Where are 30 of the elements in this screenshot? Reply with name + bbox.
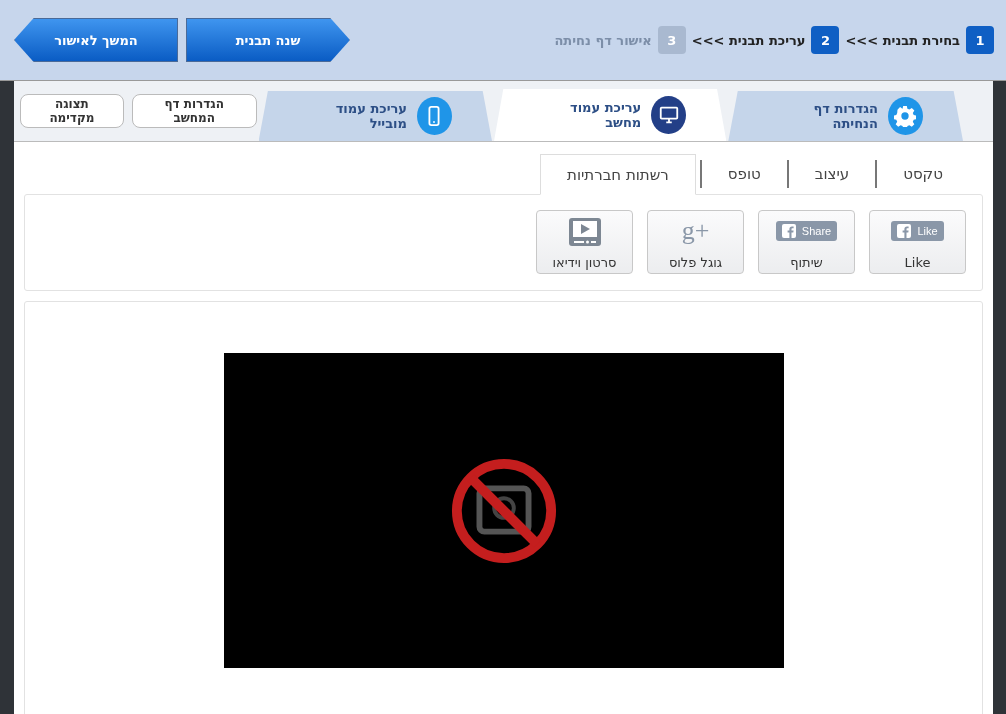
tab-label: עריכת עמוד מחשב <box>569 100 642 130</box>
tab-label: הגדרות דף הנחיתה <box>812 101 878 131</box>
subtab[interactable]: עיצוב <box>786 160 876 188</box>
step-number: 3 <box>657 26 686 54</box>
google-plus-icon: g+ <box>681 217 710 245</box>
video-icon <box>567 217 602 247</box>
facebook-badge-icon: Share <box>775 221 838 241</box>
tab[interactable]: הגדרות דף הנחיתה <box>728 91 963 141</box>
facebook-badge-icon: Like <box>891 221 944 241</box>
step-label: אישור דף נחיתה <box>554 32 652 48</box>
tab-label: עריכת עמוד מובייל <box>334 101 407 131</box>
tab[interactable]: עריכת עמוד מובייל <box>258 91 492 141</box>
subtab[interactable]: טופס <box>699 160 787 188</box>
widget-button[interactable]: סרטון וידיאו <box>536 210 633 274</box>
toolbar-button[interactable]: הגדרות דף המחשב <box>131 94 257 128</box>
subtab[interactable]: רשתות חברתיות <box>540 154 696 195</box>
toolbar-button[interactable]: תצוגה מקדימה <box>20 94 124 128</box>
tab[interactable]: עריכת עמוד מחשב <box>494 89 727 141</box>
step-label: עריכת תבנית >>> <box>691 32 806 48</box>
continue-button[interactable]: המשך לאישור <box>14 18 178 62</box>
no-video-icon <box>449 456 558 565</box>
step-number: 1 <box>966 26 994 54</box>
monitor-icon <box>651 96 687 134</box>
phone-icon <box>416 97 452 135</box>
subtab[interactable]: טקסט <box>875 160 969 188</box>
step-label: בחירת תבנית >>> <box>845 32 960 48</box>
change-template-button[interactable]: שנה תבנית <box>186 18 350 62</box>
widget-button[interactable]: Like Like <box>869 210 966 274</box>
step-number: 2 <box>811 26 840 54</box>
settings-icon <box>887 97 923 135</box>
